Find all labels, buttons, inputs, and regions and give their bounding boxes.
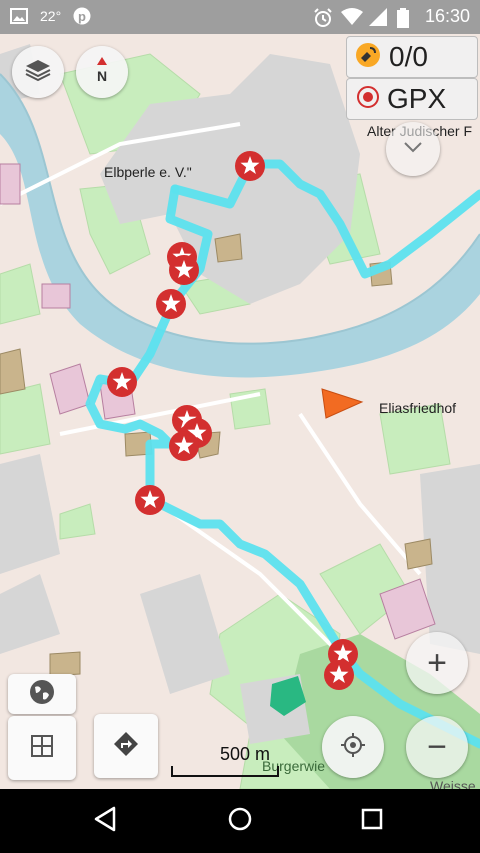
compass-icon: N — [90, 55, 114, 90]
chevron-down-icon — [403, 140, 423, 158]
home-button[interactable] — [224, 805, 256, 837]
grid-icon — [30, 734, 54, 763]
gpx-label: GPX — [387, 83, 447, 114]
waypoint-marker-5[interactable] — [106, 366, 138, 403]
recents-icon — [360, 807, 384, 836]
record-icon — [357, 85, 379, 113]
back-button[interactable] — [90, 805, 122, 837]
layers-icon — [24, 56, 52, 89]
waypoint-marker-11[interactable] — [323, 659, 355, 696]
compass-letter: N — [97, 68, 107, 84]
signal-icon — [368, 7, 387, 26]
globe-button[interactable] — [8, 674, 76, 714]
layers-button[interactable] — [12, 46, 64, 98]
directions-button[interactable] — [94, 714, 158, 778]
label-eliasfriedhof: Eliasfriedhof — [379, 400, 457, 416]
temperature-text: 22° — [40, 8, 62, 24]
image-icon — [10, 7, 28, 25]
expand-button[interactable] — [386, 122, 440, 176]
clock-text: 16:30 — [424, 6, 470, 26]
navigation-bar — [0, 789, 480, 853]
menu-grid-button[interactable] — [8, 716, 76, 780]
pinterest-icon: p — [73, 7, 91, 25]
battery-icon — [396, 7, 415, 28]
compass-button[interactable]: N — [76, 46, 128, 98]
globe-icon — [29, 679, 55, 710]
my-location-icon — [339, 731, 367, 764]
waypoint-marker-9[interactable] — [134, 484, 166, 521]
waypoint-marker-4[interactable] — [155, 288, 187, 325]
wifi-icon — [340, 7, 363, 26]
satellite-icon — [355, 42, 381, 73]
home-icon — [227, 806, 253, 837]
directions-icon — [112, 730, 140, 763]
gpx-widget[interactable]: GPX — [346, 78, 478, 120]
waypoint-marker-3[interactable] — [168, 254, 200, 291]
svg-text:p: p — [78, 9, 86, 24]
status-bar: 22° p 16:30 — [0, 0, 480, 34]
waypoint-marker-8[interactable] — [168, 430, 200, 467]
waypoint-marker-1[interactable] — [234, 150, 266, 187]
minus-icon: − — [427, 727, 447, 766]
zoom-out-button[interactable]: − — [406, 716, 468, 778]
label-elbperle: Elbperle e. V." — [104, 164, 192, 180]
waypoints-widget[interactable]: 0/0 — [346, 36, 478, 78]
back-icon — [94, 806, 118, 837]
alarm-icon — [313, 7, 332, 27]
label-weisse: Weisse — [430, 778, 476, 789]
map-view[interactable]: Elbperle e. V." Alter Judischer F Eliasf… — [0, 34, 480, 789]
zoom-in-button[interactable]: + — [406, 632, 468, 694]
my-location-button[interactable] — [322, 716, 384, 778]
waypoints-count: 0/0 — [389, 41, 428, 72]
recents-button[interactable] — [356, 805, 388, 837]
plus-icon: + — [427, 643, 447, 682]
